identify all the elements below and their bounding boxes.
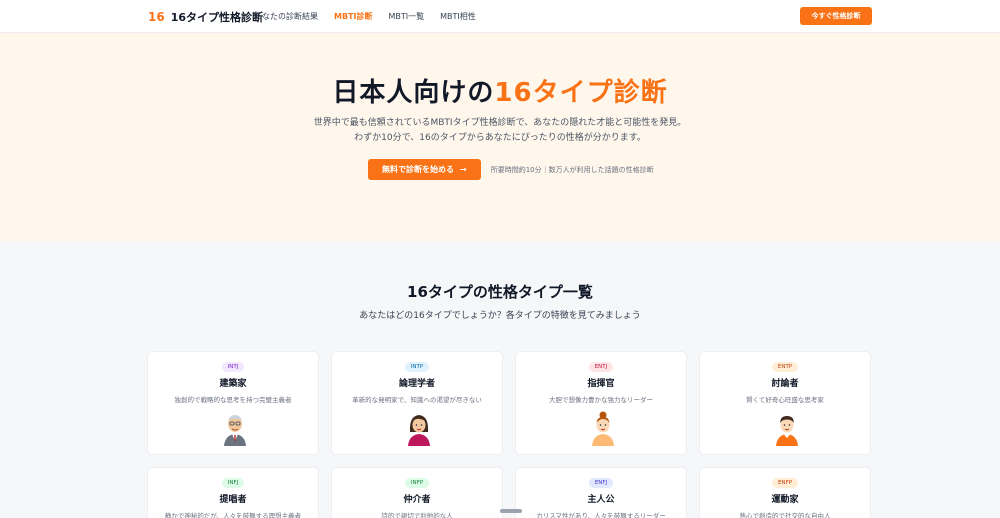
- hero-section: 日本人向けの16タイプ診断 世界中で最も信頼されているMBTIタイプ性格診断で、…: [0, 33, 1000, 241]
- type-name: 提唱者: [219, 495, 247, 505]
- hero-title-accent: 16タイプ診断: [494, 78, 668, 108]
- hero-note: 所要時間約10分｜数万人が利用した話題の性格診断: [490, 165, 654, 174]
- logo-mark: 16: [148, 10, 165, 24]
- type-code-badge: ENFP: [771, 478, 799, 488]
- woman-bun-avatar: [592, 411, 614, 446]
- type-card-entj[interactable]: ENTJ 指揮官 大胆で想像力豊かな強力なリーダー: [515, 351, 687, 455]
- type-description: 独創的で戦略的な思考を持つ完璧主義者: [174, 396, 292, 404]
- top-header: 16 16タイプ性格診断 あなたの診断結果 MBTI診断 MBTI一覧 MBTI…: [0, 0, 1000, 33]
- type-card-enfp[interactable]: ENFP 運動家 熱心で創造的で社交的な自由人: [699, 467, 871, 518]
- type-description: 熱心で創造的で社交的な自由人: [739, 512, 831, 518]
- type-description: 静かで神秘的だが、人々を鼓舞する理想主義者: [164, 512, 302, 518]
- type-description: カリスマ性があり、人々を鼓舞するリーダー: [536, 512, 666, 518]
- hero-desc-line-1: 世界中で最も信頼されているMBTIタイプ性格診断で、あなたの隠れた才能と可能性を…: [313, 118, 687, 128]
- arrow-right-icon: →: [460, 165, 467, 174]
- type-code-badge: INFP: [404, 478, 430, 488]
- hero-title: 日本人向けの16タイプ診断: [0, 72, 1000, 109]
- type-code-badge: INTP: [404, 362, 430, 372]
- type-description: 大胆で想像力豊かな強力なリーダー: [549, 396, 653, 404]
- type-name: 指揮官: [587, 379, 615, 389]
- free-test-button[interactable]: 無料で診断を始める →: [368, 159, 481, 180]
- hero-cta-row: 無料で診断を始める → 所要時間約10分｜数万人が利用した話題の性格診断: [368, 159, 654, 180]
- type-card-infj[interactable]: INFJ 提唱者 静かで神秘的だが、人々を鼓舞する理想主義者: [147, 467, 319, 518]
- type-code-badge: ENFJ: [588, 478, 614, 488]
- type-name: 主人公: [587, 495, 615, 505]
- logo-text: 16タイプ性格診断: [170, 11, 264, 24]
- type-card-grid: INTJ 建築家 独創的で戦略的な思考を持つ完璧主義者 INTP 論理学者 革新…: [147, 351, 873, 518]
- start-test-button[interactable]: 今すぐ性格診断: [800, 7, 872, 25]
- type-code-badge: INTJ: [221, 362, 245, 372]
- type-description: 詩的で親切で利他的な人: [381, 512, 453, 518]
- main-nav: あなたの診断結果 MBTI診断 MBTI一覧 MBTI相性: [254, 11, 476, 22]
- type-name: 討論者: [771, 379, 799, 389]
- type-code-badge: ENTJ: [588, 362, 614, 372]
- hero-description: 世界中で最も信頼されているMBTIタイプ性格診断で、あなたの隠れた才能と可能性を…: [0, 116, 1000, 146]
- type-card-intj[interactable]: INTJ 建築家 独創的で戦略的な思考を持つ完璧主義者: [147, 351, 319, 455]
- old-man-glasses-avatar: [224, 415, 246, 446]
- section-title: 16タイプの性格タイプ一覧: [407, 283, 593, 301]
- type-card-intp[interactable]: INTP 論理学者 革新的な発明家で、知識への渇望が尽きない: [331, 351, 503, 455]
- type-card-enfj[interactable]: ENFJ 主人公 カリスマ性があり、人々を鼓舞するリーダー: [515, 467, 687, 518]
- logo[interactable]: 16 16タイプ性格診断: [148, 9, 263, 25]
- type-name: 運動家: [771, 495, 799, 505]
- hero-title-main: 日本人向けの: [332, 78, 495, 108]
- type-description: 革新的な発明家で、知識への渇望が尽きない: [352, 396, 482, 404]
- woman-avatar: [408, 415, 430, 446]
- type-name: 論理学者: [398, 379, 435, 389]
- scroll-indicator[interactable]: [500, 509, 522, 513]
- nav-link-mbti-compat[interactable]: MBTI相性: [440, 11, 476, 22]
- type-description: 賢くて好奇心旺盛な思考家: [746, 396, 824, 404]
- nav-link-results[interactable]: あなたの診断結果: [254, 11, 318, 22]
- man-avatar: [776, 416, 798, 446]
- type-code-badge: ENTP: [771, 362, 799, 372]
- type-code-badge: INFJ: [221, 478, 245, 488]
- type-name: 建築家: [219, 379, 247, 389]
- hero-desc-line-2: わずか10分で、16のタイプからあなたにぴったりの性格が分かります。: [354, 133, 646, 143]
- type-card-infp[interactable]: INFP 仲介者 詩的で親切で利他的な人: [331, 467, 503, 518]
- nav-link-mbti-list[interactable]: MBTI一覧: [389, 11, 425, 22]
- nav-link-mbti-test[interactable]: MBTI診断: [334, 11, 373, 22]
- type-card-entp[interactable]: ENTP 討論者 賢くて好奇心旺盛な思考家: [699, 351, 871, 455]
- free-test-label: 無料で診断を始める: [382, 165, 454, 174]
- types-section: 16タイプの性格タイプ一覧 あなたはどの16タイプでしょうか？各タイプの特徴を見…: [0, 241, 1000, 518]
- type-name: 仲介者: [403, 495, 431, 505]
- section-subtitle: あなたはどの16タイプでしょうか？各タイプの特徴を見てみましょう: [359, 311, 641, 321]
